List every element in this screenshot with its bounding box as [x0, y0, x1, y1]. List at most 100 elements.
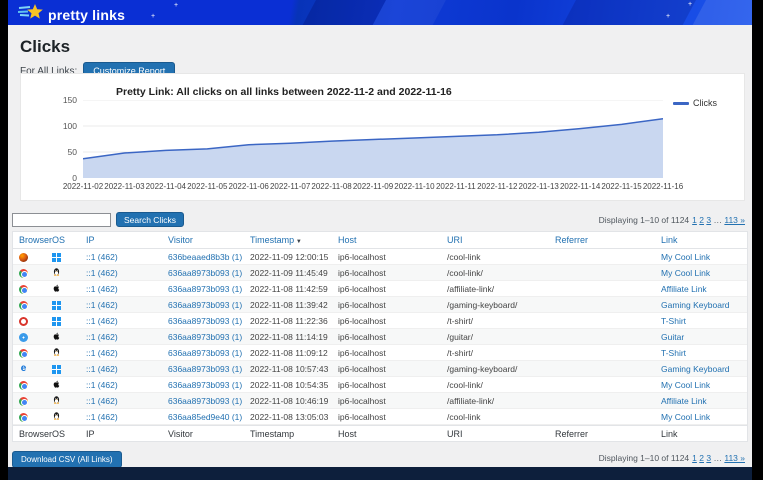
footer-header-uri: URI [447, 429, 555, 439]
column-header-referrer[interactable]: Referrer [555, 235, 661, 245]
footer-header-browser: Browser [19, 429, 52, 439]
ip-link[interactable]: ::1 (462) [86, 364, 168, 374]
column-header-ip[interactable]: IP [86, 235, 168, 245]
table-header-row: BrowserOSIPVisitorTimestamp ▼HostURIRefe… [13, 232, 747, 249]
page-link[interactable]: 3 [706, 453, 711, 463]
uri-value: /t-shirt/ [447, 348, 555, 358]
table-row: ::1 (462)636aa85ed9e40 (1)2022-11-08 13:… [13, 409, 747, 425]
last-page-link[interactable]: 113 » [724, 453, 745, 463]
visitor-link[interactable]: 636aa85ed9e40 (1) [168, 412, 250, 422]
uri-value: /cool-link/ [447, 268, 555, 278]
pretty-link[interactable]: My Cool Link [661, 252, 747, 262]
page-title: Clicks [20, 37, 70, 57]
timestamp-value: 2022-11-08 13:05:03 [250, 412, 338, 422]
ip-link[interactable]: ::1 (462) [86, 332, 168, 342]
linux-os-icon [52, 347, 86, 359]
apple-os-icon [52, 283, 86, 295]
table-row: ::1 (462)636aa8973b093 (1)2022-11-08 10:… [13, 377, 747, 393]
windows-os-icon [52, 315, 86, 325]
ip-link[interactable]: ::1 (462) [86, 380, 168, 390]
pretty-link[interactable]: Guitar [661, 332, 747, 342]
page-link[interactable]: 2 [699, 215, 704, 225]
pretty-link[interactable]: My Cool Link [661, 412, 747, 422]
last-page-link[interactable]: 113 » [724, 215, 745, 225]
pretty-link[interactable]: Gaming Keyboard [661, 364, 747, 374]
y-tick-label: 0 [53, 174, 77, 182]
column-header-host[interactable]: Host [338, 235, 447, 245]
ip-link[interactable]: ::1 (462) [86, 300, 168, 310]
column-header-link[interactable]: Link [661, 235, 747, 245]
legend-line-swatch [673, 102, 689, 105]
visitor-link[interactable]: 636aa8973b093 (1) [168, 316, 250, 326]
timestamp-value: 2022-11-08 11:14:19 [250, 332, 338, 342]
column-header-visitor[interactable]: Visitor [168, 235, 250, 245]
pretty-link[interactable]: T-Shirt [661, 316, 747, 326]
chrome-browser-icon [19, 411, 52, 421]
chart-title: Pretty Link: All clicks on all links bet… [116, 86, 452, 98]
column-header-browser[interactable]: Browser [19, 235, 52, 245]
timestamp-value: 2022-11-08 10:57:43 [250, 364, 338, 374]
sort-desc-icon: ▼ [294, 239, 302, 245]
ip-link[interactable]: ::1 (462) [86, 284, 168, 294]
top-banner: + + + + pretty links [8, 0, 752, 25]
page-link[interactable]: 2 [699, 453, 704, 463]
bottom-bar [8, 467, 752, 480]
page-link[interactable]: 1 [692, 215, 697, 225]
pretty-link[interactable]: Affiliate Link [661, 396, 747, 406]
table-body: ::1 (462)636beaaed8b3b (1)2022-11-09 12:… [13, 249, 747, 425]
ip-link[interactable]: ::1 (462) [86, 252, 168, 262]
pretty-link[interactable]: Gaming Keyboard [661, 300, 747, 310]
pretty-link[interactable]: My Cool Link [661, 380, 747, 390]
chrome-browser-icon [19, 395, 52, 405]
visitor-link[interactable]: 636aa8973b093 (1) [168, 268, 250, 278]
visitor-link[interactable]: 636aa8973b093 (1) [168, 348, 250, 358]
table-footer-row: BrowserOSIPVisitorTimestampHostURIReferr… [13, 425, 747, 441]
sparkle-icon: + [688, 1, 692, 8]
timestamp-value: 2022-11-08 10:54:35 [250, 380, 338, 390]
ip-link[interactable]: ::1 (462) [86, 396, 168, 406]
logo-text: pretty links [48, 7, 125, 23]
page-link[interactable]: 3 [706, 215, 711, 225]
visitor-link[interactable]: 636aa8973b093 (1) [168, 300, 250, 310]
visitor-link[interactable]: 636aa8973b093 (1) [168, 364, 250, 374]
banner-stripe [555, 0, 702, 25]
linux-os-icon [52, 267, 86, 279]
apple-os-icon [52, 331, 86, 343]
ip-link[interactable]: ::1 (462) [86, 268, 168, 278]
download-csv-button[interactable]: Download CSV (All Links) [12, 451, 122, 468]
visitor-link[interactable]: 636beaaed8b3b (1) [168, 252, 250, 262]
table-row: ::1 (462)636aa8973b093 (1)2022-11-08 10:… [13, 393, 747, 409]
visitor-link[interactable]: 636aa8973b093 (1) [168, 396, 250, 406]
timestamp-value: 2022-11-08 11:09:12 [250, 348, 338, 358]
page-link[interactable]: 1 [692, 453, 697, 463]
visitor-link[interactable]: 636aa8973b093 (1) [168, 380, 250, 390]
host-value: ip6-localhost [338, 300, 447, 310]
uri-value: /gaming-keyboard/ [447, 364, 555, 374]
visitor-link[interactable]: 636aa8973b093 (1) [168, 332, 250, 342]
visitor-link[interactable]: 636aa8973b093 (1) [168, 284, 250, 294]
pretty-link[interactable]: T-Shirt [661, 348, 747, 358]
uri-value: /affiliate-link/ [447, 396, 555, 406]
column-header-timestamp[interactable]: Timestamp ▼ [250, 235, 338, 245]
search-clicks-button[interactable]: Search Clicks [116, 212, 184, 227]
sparkle-icon: + [174, 2, 178, 9]
table-row: ::1 (462)636aa8973b093 (1)2022-11-08 11:… [13, 345, 747, 361]
host-value: ip6-localhost [338, 396, 447, 406]
firefox-browser-icon [19, 251, 52, 261]
ip-link[interactable]: ::1 (462) [86, 412, 168, 422]
pagination-summary: Displaying 1–10 of 1124 [599, 453, 690, 463]
pretty-links-logo: pretty links [18, 3, 125, 25]
search-input[interactable] [12, 213, 111, 227]
ip-link[interactable]: ::1 (462) [86, 348, 168, 358]
pagination-links: 1 2 3 … 113 » [692, 215, 745, 225]
footer-header-host: Host [338, 429, 447, 439]
pagination-bottom: Displaying 1–10 of 1124 1 2 3 … 113 » [599, 453, 745, 463]
timestamp-value: 2022-11-08 11:39:42 [250, 300, 338, 310]
pretty-link[interactable]: My Cool Link [661, 268, 747, 278]
windows-os-icon [52, 299, 86, 309]
timestamp-value: 2022-11-09 11:45:49 [250, 268, 338, 278]
pretty-link[interactable]: Affiliate Link [661, 284, 747, 294]
ip-link[interactable]: ::1 (462) [86, 316, 168, 326]
column-header-uri[interactable]: URI [447, 235, 555, 245]
column-header-os[interactable]: OS [52, 235, 86, 245]
